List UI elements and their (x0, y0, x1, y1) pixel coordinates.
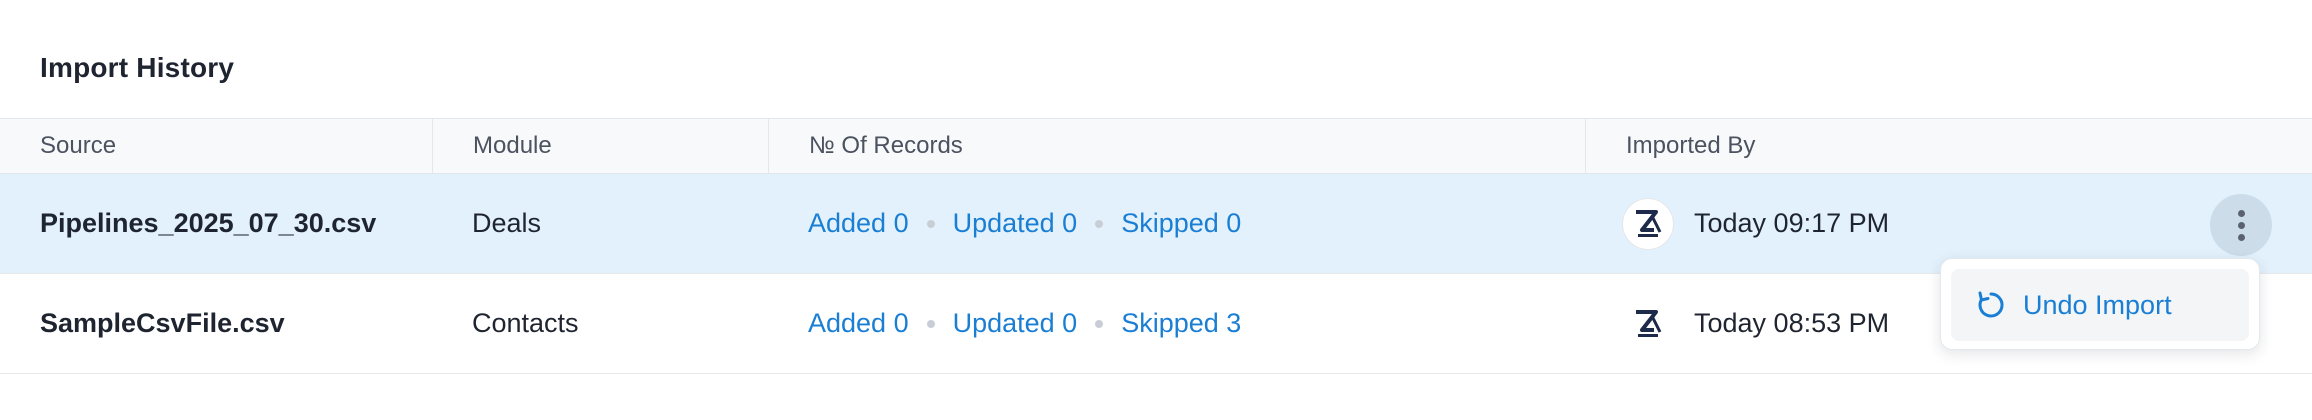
imported-by-cell: Today 08:53 PM (1622, 274, 1889, 373)
skipped-count-link[interactable]: Skipped 3 (1121, 308, 1241, 339)
module-name: Deals (472, 208, 542, 238)
column-header-source[interactable]: Source (0, 119, 433, 173)
import-time: Today 08:53 PM (1694, 308, 1890, 338)
source-file-name[interactable]: SampleCsvFile.csv (40, 274, 285, 373)
undo-import-label: Undo Import (2023, 289, 2172, 320)
records-summary: Added 0 Updated 0 Skipped 3 (808, 274, 1241, 373)
table-header: Source Module № Of Records Imported By (0, 118, 2312, 174)
added-count-link[interactable]: Added 0 (808, 208, 909, 239)
updated-count-link[interactable]: Updated 0 (953, 208, 1078, 239)
added-count-link[interactable]: Added 0 (808, 308, 909, 339)
brand-logo-icon (1636, 309, 1662, 337)
source-file-name[interactable]: Pipelines_2025_07_30.csv (40, 174, 376, 273)
column-header-imported-by[interactable]: Imported By (1586, 119, 2312, 173)
separator-dot (926, 219, 935, 228)
column-header-module[interactable]: Module (433, 119, 769, 173)
separator-dot (1095, 219, 1104, 228)
column-header-records[interactable]: № Of Records (769, 119, 1586, 173)
module-name: Contacts (472, 308, 579, 338)
separator-dot (1095, 319, 1104, 328)
undo-import-menu-item[interactable]: Undo Import (1951, 269, 2249, 341)
updated-count-link[interactable]: Updated 0 (953, 308, 1078, 339)
avatar (1622, 298, 1674, 350)
more-options-icon[interactable] (2210, 194, 2272, 256)
brand-logo-icon (1636, 209, 1662, 237)
imported-by-cell: Today 09:17 PM (1622, 174, 1889, 273)
row-actions-menu: Undo Import (1940, 258, 2260, 350)
separator-dot (926, 319, 935, 328)
records-summary: Added 0 Updated 0 Skipped 0 (808, 174, 1241, 273)
avatar (1622, 197, 1674, 250)
page-title: Import History (40, 52, 235, 83)
skipped-count-link[interactable]: Skipped 0 (1121, 208, 1241, 239)
import-time: Today 09:17 PM (1694, 208, 1890, 238)
undo-refresh-icon (1978, 291, 2004, 318)
